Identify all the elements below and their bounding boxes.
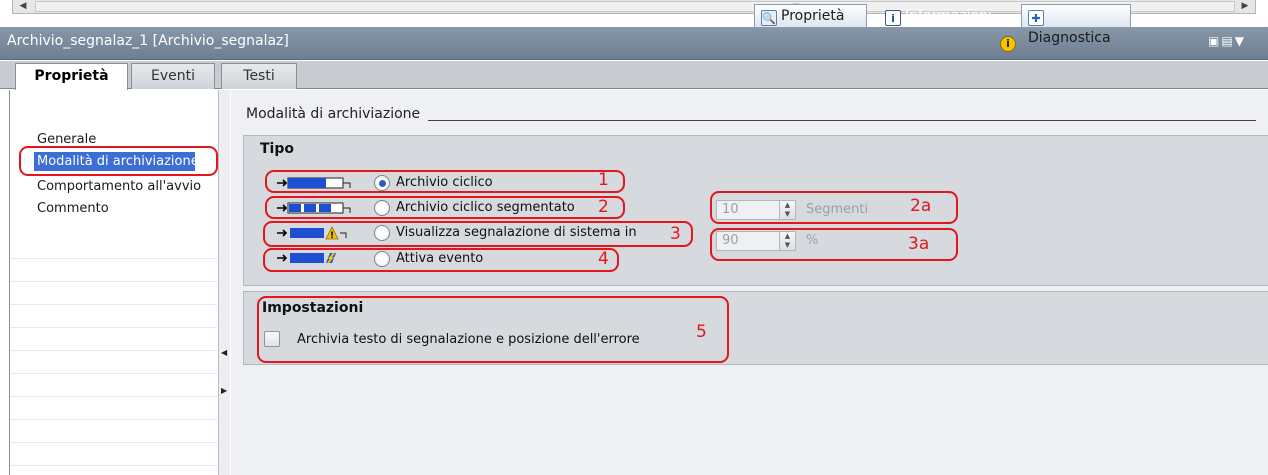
nav-item-comportamento-avvio[interactable]: Comportamento all'avvio [37,177,201,196]
tab-eventi[interactable]: Eventi [131,63,215,89]
diagnostics-button-label: Diagnostica [1028,30,1111,46]
scroll-left-icon[interactable]: ◀ [13,0,33,13]
callout-3-number: 3 [670,224,681,244]
callout-5 [257,296,729,363]
panel-splitter[interactable]: ◀ ▶ [218,90,230,475]
callout-2 [265,196,625,219]
properties-button[interactable]: 🔍 Proprietà [754,4,867,28]
section-divider [428,120,1256,121]
nav-highlight-callout [19,146,218,176]
window-controls[interactable]: ▣▤▼ [1208,34,1246,48]
collapse-left-icon[interactable]: ◀ [221,348,227,357]
section-title: Modalità di archiviazione [246,106,421,122]
diagnostics-icon: ✚ [1028,10,1044,26]
nav-item-commento[interactable]: Commento [37,199,109,218]
info-button-label: Informazioni [905,8,992,24]
callout-4-number: 4 [598,249,609,269]
info-button[interactable]: i Informazioni [878,4,994,28]
properties-button-label: Proprietà [781,8,845,24]
expand-right-icon[interactable]: ▶ [221,386,227,395]
tab-proprieta[interactable]: Proprietà [15,63,128,90]
diagnostics-button[interactable]: ✚ Diagnostica [1021,4,1131,46]
callout-2-number: 2 [598,197,609,217]
callout-3a-number: 3a [908,234,930,254]
window-title: Archivio_segnalaz_1 [Archivio_segnalaz] [7,33,289,49]
navigation-empty-rows [10,236,217,475]
tab-testi[interactable]: Testi [221,63,297,89]
callout-1 [265,170,625,193]
callout-2a-number: 2a [910,196,932,216]
tabs-row: Proprietà Eventi Testi [0,61,1268,90]
callout-1-number: 1 [598,170,609,190]
maximize-icon[interactable]: ▤ [1221,34,1234,48]
tipo-title: Tipo [260,141,294,157]
properties-icon: 🔍 [761,10,777,26]
callout-4 [263,248,619,272]
callout-5-number: 5 [696,322,707,342]
float-icon[interactable]: ▣ [1208,34,1221,48]
menu-dropdown-icon[interactable]: ▼ [1235,34,1246,48]
info-icon: i [885,10,901,26]
scroll-right-icon[interactable]: ▶ [1235,0,1255,13]
callout-3 [263,221,693,247]
info-badge-icon: i [1000,36,1016,52]
